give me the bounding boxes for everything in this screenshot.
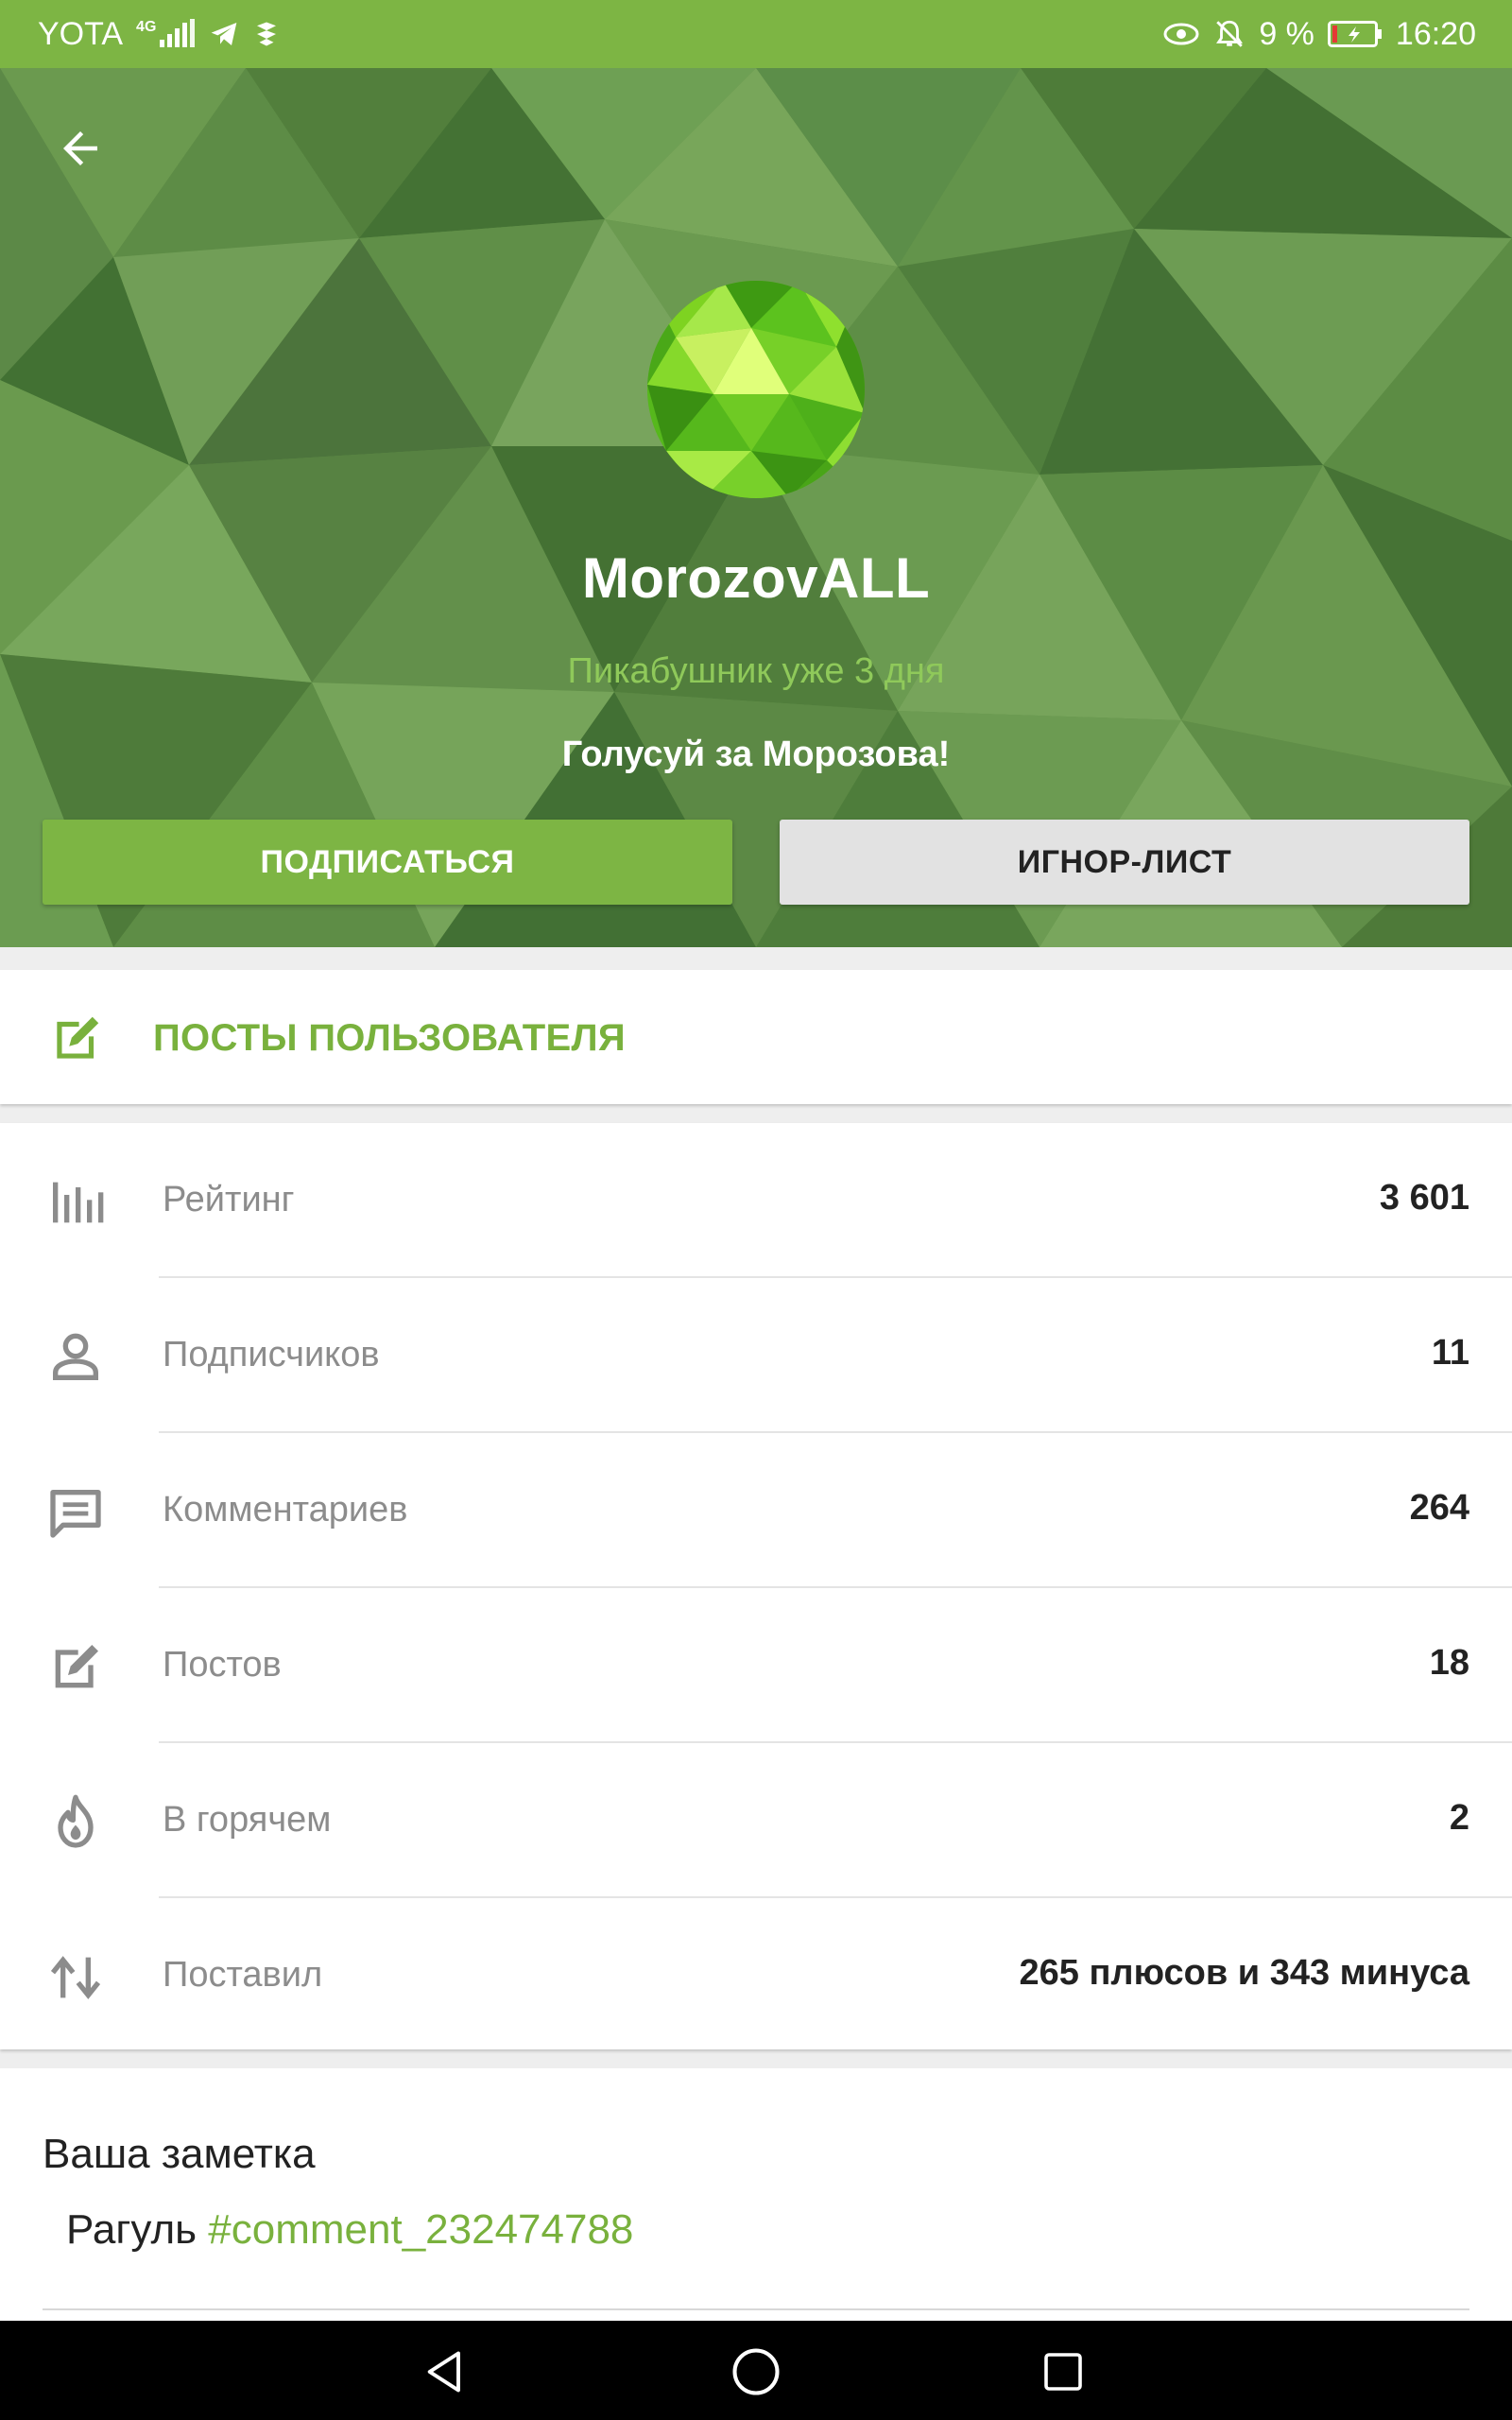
stat-label: Комментариев — [163, 1490, 408, 1530]
user-posts-label: ПОСТЫ ПОЛЬЗОВАТЕЛЯ — [153, 1017, 626, 1059]
person-icon — [45, 1327, 106, 1388]
circle-home-icon — [732, 2348, 780, 2395]
arrow-back-icon — [63, 131, 97, 165]
network-type: 4G — [136, 19, 157, 35]
stat-label: Подписчиков — [163, 1335, 380, 1374]
battery-percent: 9 % — [1259, 15, 1314, 52]
battery-icon — [1327, 21, 1383, 47]
status-left: YOTA 4G — [38, 16, 281, 53]
nav-recent-apps-button[interactable] — [1033, 2342, 1093, 2402]
avatar-image — [647, 281, 865, 498]
fire-icon — [45, 1792, 106, 1853]
note-comment-link[interactable]: #comment_232474788 — [208, 2206, 633, 2253]
bar-chart-icon — [45, 1172, 106, 1233]
user-posts-link[interactable]: ПОСТЫ ПОЛЬЗОВАТЕЛЯ — [0, 970, 1512, 1104]
tenure-text: Пикабушник уже 3 дня — [567, 651, 945, 691]
note-underline — [43, 2308, 1469, 2310]
profile-header: MorozovALL Пикабушник уже 3 дня Голусуй … — [0, 68, 1512, 947]
note-text[interactable]: Рагуль #comment_232474788 — [66, 2206, 633, 2254]
nav-back-button[interactable] — [416, 2342, 476, 2402]
subscribe-button[interactable]: ПОДПИСАТЬСЯ — [43, 820, 732, 905]
stat-row-subscribers[interactable]: Подписчиков 11 — [0, 1278, 1512, 1433]
status-bar: YOTA 4G 9 % 16:20 — [0, 0, 1512, 68]
username: MorozovALL — [581, 546, 931, 610]
telegram-icon — [209, 19, 239, 49]
stat-value: 11 — [1431, 1333, 1469, 1373]
avatar[interactable] — [647, 281, 865, 498]
stat-value: 3 601 — [1379, 1178, 1469, 1218]
profile-motto: Голусуй за Морозова! — [561, 735, 951, 774]
stat-row-rating: Рейтинг 3 601 — [0, 1123, 1512, 1278]
lowpoly-background — [0, 68, 1512, 947]
stat-value: 2 — [1449, 1798, 1469, 1838]
navigation-bar — [0, 2321, 1512, 2420]
user-note[interactable]: Ваша заметка Рагуль #comment_232474788 — [0, 2068, 1512, 2322]
note-title: Ваша заметка — [43, 2131, 316, 2177]
square-recent-icon — [1044, 2353, 1082, 2391]
stat-row-posts[interactable]: Постов 18 — [0, 1588, 1512, 1743]
stats-list: Рейтинг 3 601 Подписчиков 11 Комментарие… — [0, 1123, 1512, 2049]
carrier-name: YOTA — [38, 15, 124, 52]
edit-icon — [47, 1010, 106, 1073]
profile-screen: YOTA 4G 9 % 16:20 MorozovALL Пикабушник … — [0, 0, 1512, 2420]
app-icon — [252, 20, 281, 48]
stat-value: 18 — [1429, 1643, 1469, 1683]
stat-row-hot[interactable]: В горячем 2 — [0, 1743, 1512, 1898]
stat-value: 265 плюсов и 343 минуса — [1019, 1953, 1469, 1993]
ignore-list-button[interactable]: ИГНОР-ЛИСТ — [780, 820, 1469, 905]
back-button[interactable] — [47, 115, 113, 182]
nav-home-button[interactable] — [726, 2342, 786, 2402]
stat-row-comments[interactable]: Комментариев 264 — [0, 1433, 1512, 1588]
stat-label: Поставил — [163, 1955, 323, 1995]
bell-off-icon — [1213, 18, 1246, 50]
comment-icon — [45, 1482, 106, 1543]
stat-value: 264 — [1409, 1488, 1469, 1528]
status-right: 9 % 16:20 — [1162, 16, 1476, 53]
stat-label: Рейтинг — [163, 1180, 295, 1219]
up-down-arrows-icon — [45, 1947, 106, 2008]
stat-label: Постов — [163, 1645, 282, 1685]
triangle-back-icon — [427, 2351, 460, 2393]
clock: 16:20 — [1395, 15, 1476, 52]
eye-icon — [1162, 20, 1200, 48]
edit-icon — [45, 1637, 106, 1698]
signal-icon: 4G — [136, 19, 196, 49]
stat-row-votes: Поставил 265 плюсов и 343 минуса — [0, 1898, 1512, 2053]
note-text-value: Рагуль — [66, 2206, 198, 2253]
stat-label: В горячем — [163, 1800, 332, 1840]
